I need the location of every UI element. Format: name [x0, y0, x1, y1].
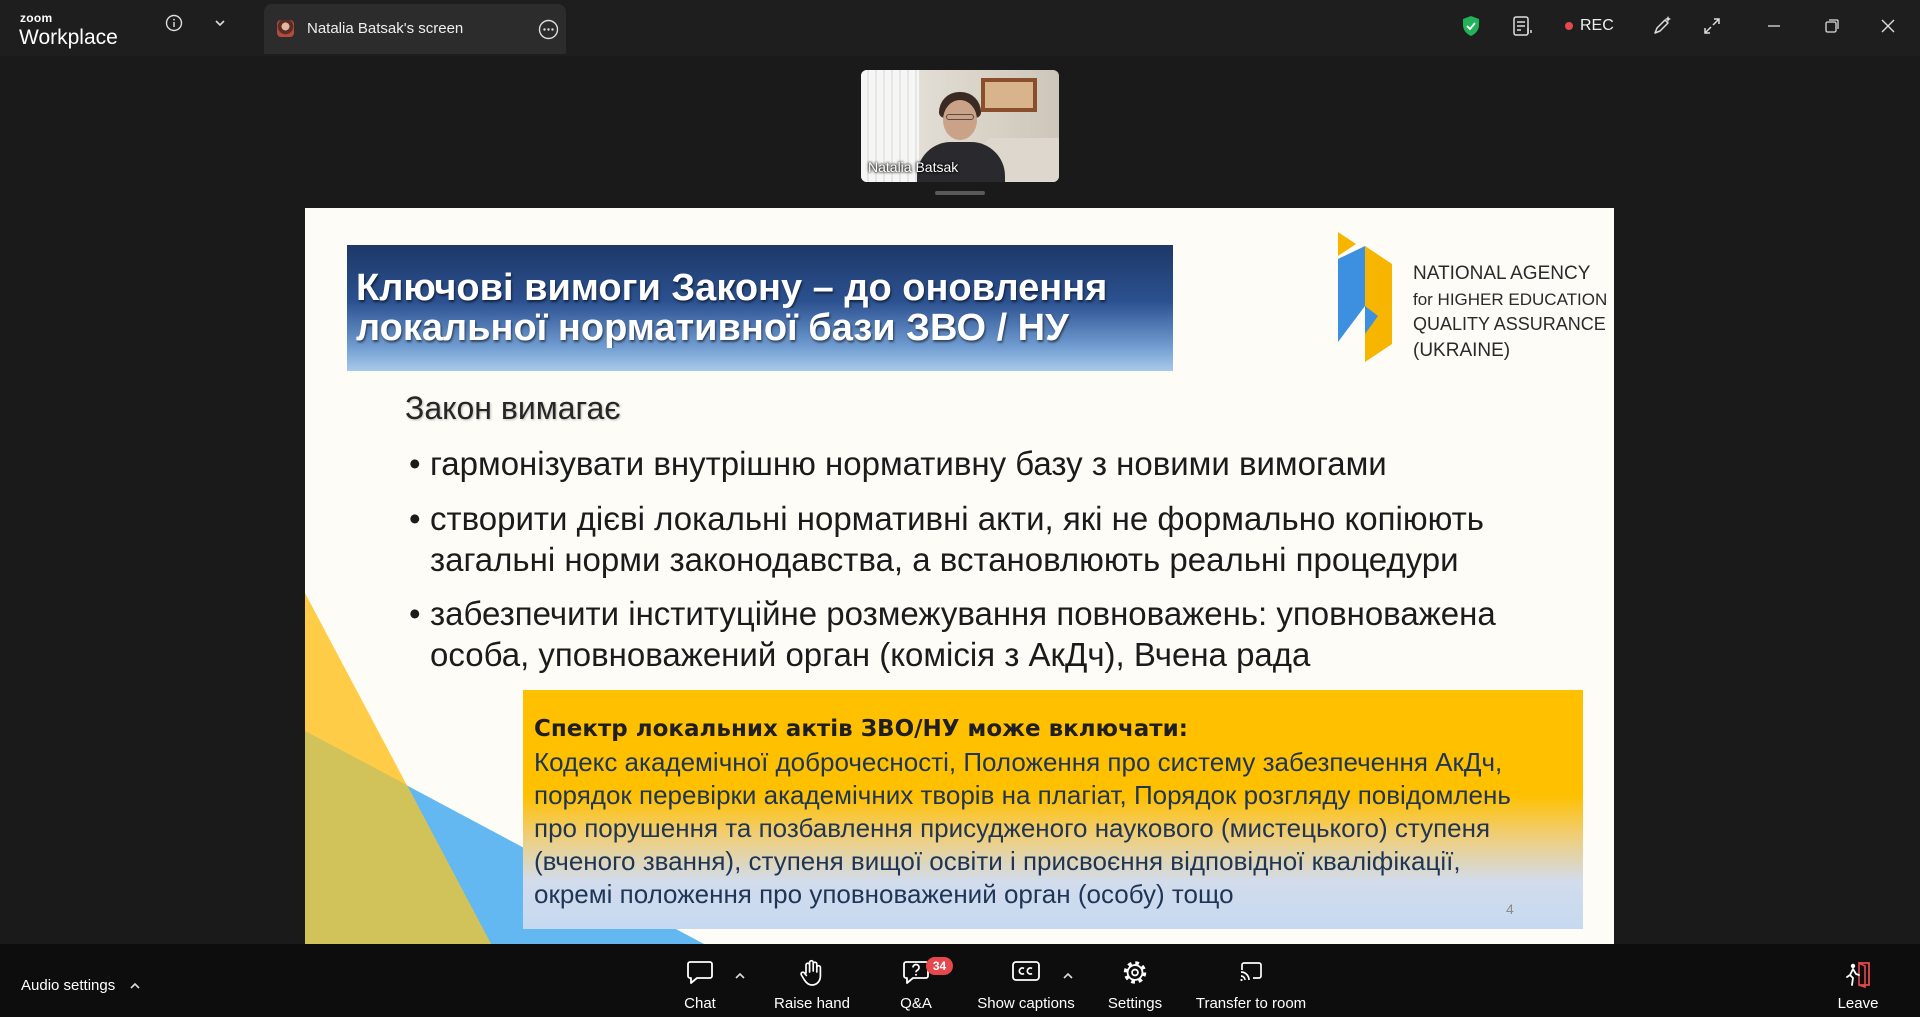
- chat-options-caret-icon[interactable]: [734, 971, 746, 981]
- audio-settings-button[interactable]: Audio settings: [21, 977, 115, 995]
- presenter-avatar: [277, 20, 294, 37]
- annotate-pen-icon[interactable]: [1651, 15, 1673, 37]
- bullet-text-line: гармонізувати внутрішню нормативну базу …: [430, 445, 1387, 482]
- restore-icon[interactable]: [1824, 18, 1840, 34]
- leave-door-icon: [1846, 961, 1870, 989]
- chat-label: Chat: [684, 995, 716, 1012]
- bullet-marker: •: [409, 595, 421, 632]
- slide-title-line: Ключові вимоги Закону – до оновлення: [356, 268, 1108, 308]
- bullet-text-line: загальні норми законодавства, а встановл…: [430, 541, 1459, 578]
- more-options-icon[interactable]: [538, 19, 559, 40]
- logo-text-line: QUALITY ASSURANCE: [1413, 314, 1606, 334]
- caret-up-icon[interactable]: [129, 981, 141, 991]
- qa-count-badge: 34: [926, 957, 953, 975]
- slide-title-box: Ключові вимоги Закону – до оновлення лок…: [347, 245, 1173, 371]
- raise-hand-button[interactable]: Raise hand: [757, 944, 867, 1017]
- agency-logo-text: NATIONAL AGENCY for HIGHER EDUCATION QUA…: [1413, 261, 1609, 363]
- video-person-head: [943, 100, 977, 140]
- logo-text-line: for HIGHER EDUCATION: [1413, 289, 1608, 309]
- chat-button[interactable]: Chat: [660, 944, 740, 1017]
- box-text-line: про порушення та позбавлення присудженог…: [534, 813, 1491, 843]
- bullet-marker: •: [409, 500, 421, 537]
- qa-button[interactable]: Q&A: [881, 944, 951, 1017]
- raise-hand-label: Raise hand: [774, 995, 850, 1012]
- slide-subheading: Закон вимагає: [405, 390, 621, 426]
- slide-page-number: 4: [1506, 901, 1514, 917]
- video-drag-handle[interactable]: [935, 191, 985, 195]
- settings-label: Settings: [1107, 995, 1163, 1012]
- title-bar: zoom Workplace Natalia Batsak's screen R…: [0, 0, 1920, 56]
- transfer-to-room-button[interactable]: Transfer to room: [1176, 944, 1326, 1017]
- logo-text-line: (UKRAINE): [1413, 339, 1511, 361]
- leave-label: Leave: [1837, 995, 1879, 1012]
- notes-icon[interactable]: [1511, 15, 1533, 37]
- bullet-text-line: забезпечити інституційне розмежування по…: [430, 595, 1496, 632]
- local-acts-box: Спектр локальних актів ЗВО/НУ може включ…: [523, 690, 1583, 929]
- tab-title: Natalia Batsak's screen: [307, 20, 464, 37]
- shared-slide: Ключові вимоги Закону – до оновлення лок…: [305, 208, 1614, 944]
- recording-status[interactable]: REC: [1580, 17, 1614, 35]
- agency-logo-mark: [1338, 232, 1392, 362]
- settings-button[interactable]: Settings: [1090, 944, 1180, 1017]
- record-dot-icon: [1565, 22, 1573, 30]
- fullscreen-icon[interactable]: [1702, 16, 1722, 36]
- box-text-line: (вченого звання), ступеня вищої освіти і…: [534, 846, 1461, 876]
- show-captions-label: Show captions: [977, 995, 1075, 1012]
- bullet-marker: •: [409, 445, 421, 482]
- video-person-glasses: [946, 114, 974, 120]
- participant-video[interactable]: Natalia Batsak: [861, 70, 1059, 182]
- video-wall-picture: [981, 78, 1037, 112]
- box-text-line: окремі положення про уповноважений орган…: [534, 879, 1234, 909]
- box-text-line: порядок перевірки академічних творів на …: [534, 780, 1511, 810]
- slide-title-line: локальної нормативної бази ЗВО / НУ: [356, 308, 1069, 348]
- settings-gear-icon: [1123, 961, 1147, 984]
- transfer-room-icon: [1240, 962, 1262, 982]
- raise-hand-icon: [800, 959, 822, 986]
- bullet-text-line: створити дієві локальні нормативні акти,…: [430, 500, 1484, 537]
- app-logo-small: zoom: [20, 11, 53, 25]
- info-icon[interactable]: [165, 14, 183, 32]
- minimize-icon[interactable]: [1766, 18, 1782, 34]
- box-heading: Спектр локальних актів ЗВО/НУ може включ…: [534, 716, 1188, 742]
- qa-label: Q&A: [900, 995, 932, 1012]
- close-icon[interactable]: [1880, 18, 1896, 34]
- captions-icon: [1012, 961, 1040, 981]
- logo-text-line: NATIONAL AGENCY: [1413, 263, 1591, 284]
- chat-icon: [687, 961, 713, 984]
- chevron-down-icon[interactable]: [213, 16, 227, 30]
- zoom-meeting-window: zoom Workplace Natalia Batsak's screen R…: [0, 0, 1920, 1017]
- app-logo-name: Workplace: [19, 26, 118, 49]
- leave-button[interactable]: Leave: [1823, 944, 1893, 1017]
- transfer-to-room-label: Transfer to room: [1195, 995, 1307, 1012]
- meeting-toolbar: Audio settings Chat Raise hand Q&A 34 Sh…: [0, 944, 1920, 1017]
- box-text-line: Кодекс академічної доброчесності, Положе…: [534, 747, 1503, 777]
- captions-options-caret-icon[interactable]: [1062, 971, 1074, 981]
- screen-share-tab[interactable]: Natalia Batsak's screen: [264, 4, 566, 54]
- security-shield-icon[interactable]: [1461, 15, 1481, 37]
- participant-name: Natalia Batsak: [868, 159, 959, 175]
- bullet-text-line: особа, уповноважений орган (комісія з Ак…: [430, 636, 1311, 673]
